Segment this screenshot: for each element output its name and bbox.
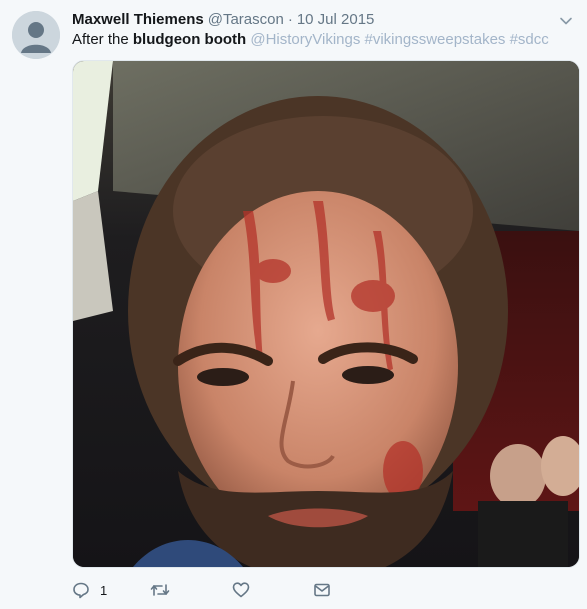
tweet-text-bold: bludgeon booth (132, 31, 247, 48)
tweet-text-links[interactable]: @HistoryVikings #vikingssweepstakes #sdc… (250, 31, 548, 48)
tweet-header: Maxwell Thiemens @Tarascon · 10 Jul 2015 (72, 10, 557, 30)
header-separator: · (287, 11, 293, 28)
reply-icon (73, 582, 89, 599)
like-button[interactable] (232, 578, 250, 602)
retweet-icon (150, 584, 170, 596)
tweet-text-plain: After the (72, 31, 133, 48)
author-name[interactable]: Maxwell Thiemens (72, 11, 204, 28)
tweet-photo[interactable]: 5 (72, 60, 580, 568)
mail-icon (314, 583, 330, 597)
retweet-button[interactable] (150, 578, 170, 602)
tweet-date[interactable]: 10 Jul 2015 (297, 11, 375, 28)
heart-icon (232, 582, 250, 598)
reply-count: 1 (100, 582, 108, 598)
default-profile-icon (12, 11, 60, 59)
tweet-card[interactable]: Maxwell Thiemens @Tarascon · 10 Jul 2015 Af… (0, 0, 587, 609)
author-avatar[interactable] (12, 11, 60, 59)
tweet-actions: 1 (72, 578, 542, 602)
photo-content: 5 (73, 61, 579, 567)
tweet-text: After the bludgeon booth @HistoryVikings… (72, 30, 573, 50)
chevron-down-icon[interactable] (559, 14, 573, 28)
author-handle[interactable]: @Tarascon (208, 11, 284, 28)
direct-message-button[interactable] (313, 578, 331, 602)
reply-button[interactable]: 1 (72, 578, 107, 602)
